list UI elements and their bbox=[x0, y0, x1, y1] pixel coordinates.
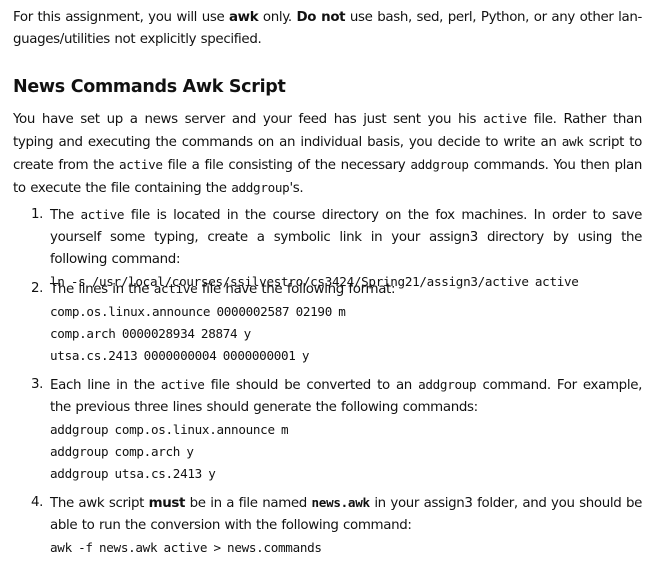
code-line: awk -f news.awk active > news.commands bbox=[50, 540, 322, 555]
code-line: addgroup comp.os.linux.announce m bbox=[50, 422, 289, 437]
list-number: 4. bbox=[31, 495, 44, 510]
inline-code: addgroup bbox=[410, 157, 469, 172]
inline-code: active bbox=[160, 377, 205, 392]
inline-code: addgroup bbox=[231, 180, 290, 195]
paragraph-text: You have set up a news server and your f… bbox=[13, 112, 484, 127]
list-number: 2. bbox=[31, 281, 44, 296]
item-text: file have the following format: bbox=[197, 282, 396, 297]
intro-text: only. bbox=[258, 10, 297, 25]
item-text: file is located in the course directory … bbox=[50, 208, 642, 267]
paragraph-text: 's. bbox=[289, 181, 304, 196]
section-paragraph: You have set up a news server and your f… bbox=[13, 108, 642, 200]
item-text: The bbox=[50, 208, 81, 223]
item-text: Each line in the bbox=[50, 378, 161, 393]
do-not-emphasis: Do not bbox=[296, 10, 346, 25]
item-text: be in a file named bbox=[185, 496, 312, 511]
inline-code: addgroup bbox=[418, 377, 477, 392]
code-line: addgroup comp.arch y bbox=[50, 444, 194, 459]
list-number: 1. bbox=[31, 207, 44, 222]
code-line: utsa.cs.2413 0000000004 0000000001 y bbox=[50, 348, 310, 363]
assignment-page: For this assignment, you will use awk on… bbox=[0, 0, 664, 565]
item-text: The lines in the bbox=[50, 282, 154, 297]
code-line: addgroup utsa.cs.2413 y bbox=[50, 466, 216, 481]
inline-code: active bbox=[483, 111, 527, 126]
inline-code: active bbox=[80, 207, 125, 222]
must-emphasis: must bbox=[148, 496, 186, 511]
item-text: file should be converted to an bbox=[204, 378, 419, 393]
code-line: comp.os.linux.announce 0000002587 02190 … bbox=[50, 304, 346, 319]
intro-text: For this assignment, you will use bbox=[13, 10, 229, 25]
code-line: comp.arch 0000028934 28874 y bbox=[50, 326, 251, 341]
inline-code: active bbox=[119, 157, 163, 172]
filename-code: news.awk bbox=[311, 495, 371, 510]
paragraph-text: file a file consisting of the necessary bbox=[162, 158, 411, 173]
inline-code: active bbox=[153, 281, 198, 296]
item-text: The awk script bbox=[50, 496, 149, 511]
awk-emphasis: awk bbox=[229, 10, 259, 25]
section-heading: News Commands Awk Script bbox=[13, 77, 286, 97]
inline-code: awk bbox=[561, 134, 584, 149]
intro-paragraph: For this assignment, you will use awk on… bbox=[13, 7, 642, 51]
list-item-content: Each line in the active file should be c… bbox=[50, 374, 642, 485]
list-item-content: The lines in the active file have the fo… bbox=[50, 278, 642, 367]
list-number: 3. bbox=[31, 377, 44, 392]
list-item-content: The awk script must be in a file named n… bbox=[50, 492, 642, 559]
